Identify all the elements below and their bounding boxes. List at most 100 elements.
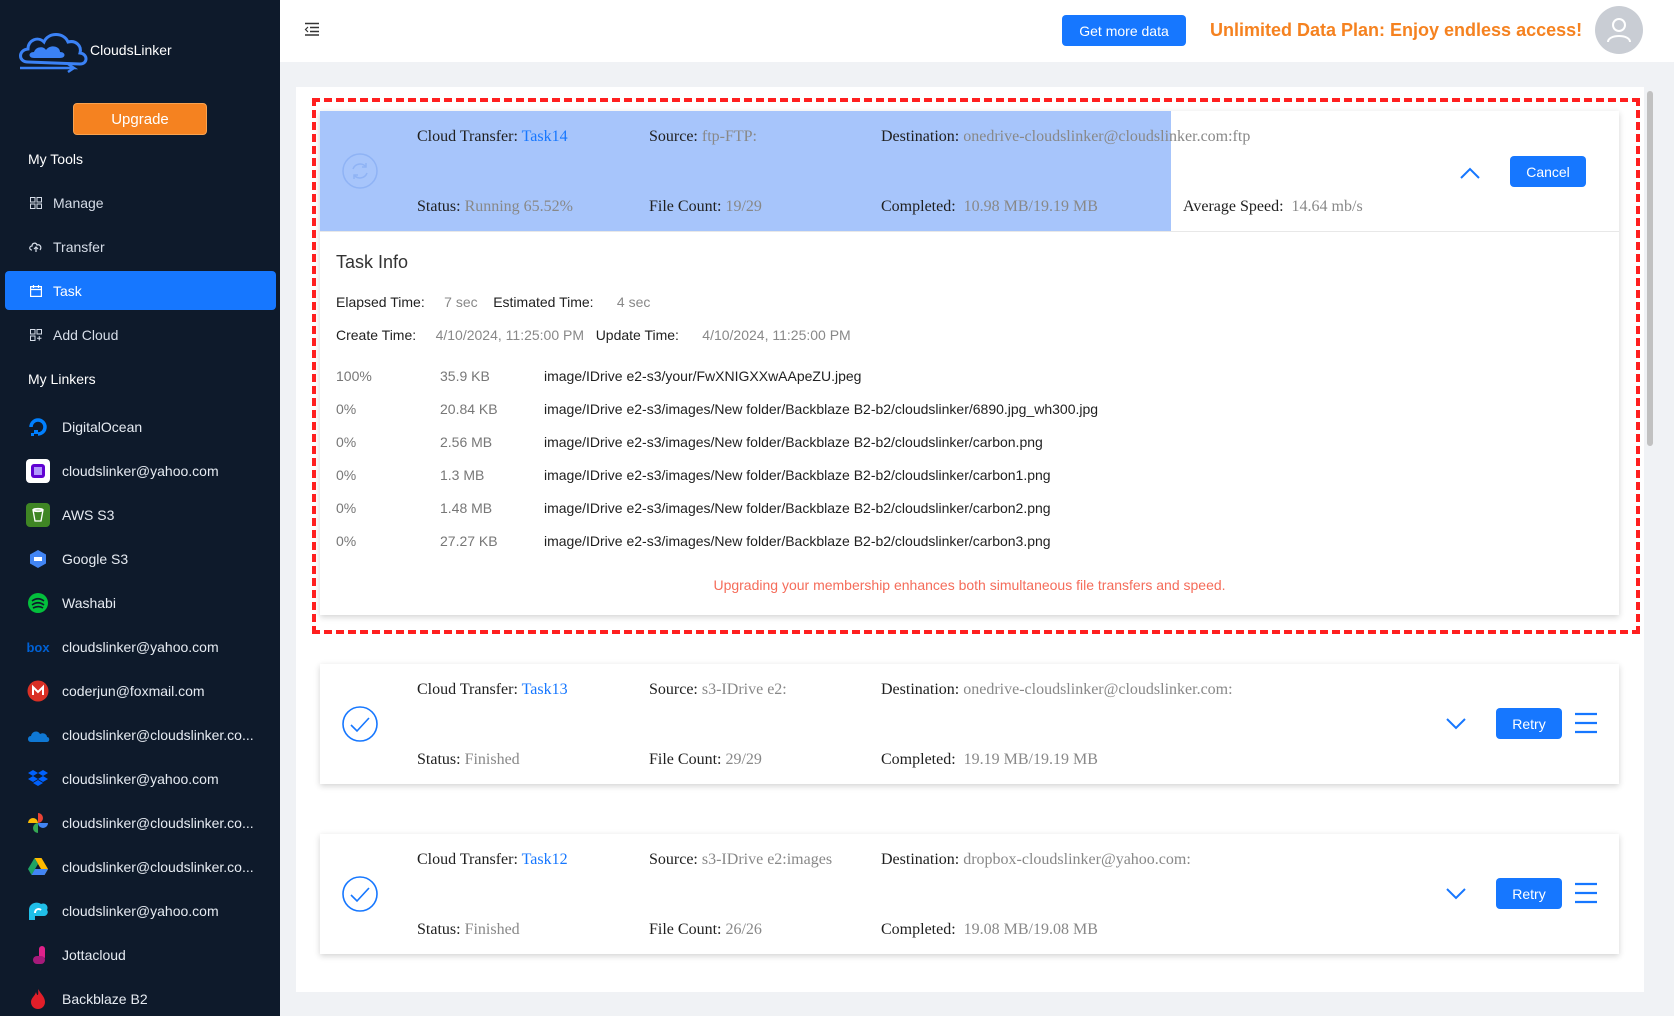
menu-fold-icon[interactable]	[304, 22, 320, 38]
chevron-down-icon[interactable]	[1445, 887, 1467, 901]
completed-label: Completed:	[881, 751, 956, 768]
task-name-link[interactable]: Task12	[522, 851, 568, 868]
avatar[interactable]	[1595, 6, 1643, 54]
file-count-value: 26/26	[725, 921, 762, 938]
cloud-upload-icon	[29, 240, 43, 254]
status-value: Finished	[464, 921, 520, 938]
linker-label: cloudslinker@cloudslinker.co...	[62, 727, 254, 743]
linker-digitalocean[interactable]: DigitalOcean	[26, 412, 276, 442]
linker-label: cloudslinker@cloudslinker.co...	[62, 815, 254, 831]
linker-wasabi[interactable]: Washabi	[26, 588, 276, 618]
task-card-task13: Cloud Transfer: Task13 Source: s3-IDrive…	[320, 664, 1619, 784]
sidebar-item-manage[interactable]: Manage	[5, 183, 276, 222]
linker-dropbox[interactable]: cloudslinker@yahoo.com	[26, 764, 276, 794]
task-source: Source: s3-IDrive e2:images	[649, 851, 832, 869]
task-name-link[interactable]: Task13	[522, 681, 568, 698]
scroll-thumb[interactable]	[1647, 91, 1653, 446]
highlight-frame	[312, 98, 1640, 634]
linker-label: cloudslinker@yahoo.com	[62, 903, 219, 919]
linker-backblaze[interactable]: Backblaze B2	[26, 984, 276, 1014]
linker-google-drive[interactable]: cloudslinker@cloudslinker.co...	[26, 852, 276, 882]
retry-button[interactable]: Retry	[1496, 708, 1562, 739]
status-label: Status:	[417, 751, 461, 768]
top-header: Get more data Unlimited Data Plan: Enjoy…	[280, 0, 1674, 62]
task-completed: Completed: 19.08 MB/19.08 MB	[881, 921, 1098, 939]
task-header[interactable]: Cloud Transfer: Task12 Source: s3-IDrive…	[320, 834, 1619, 954]
unlimited-plan-promo[interactable]: Unlimited Data Plan: Enjoy endless acces…	[1210, 20, 1582, 41]
linker-label: Jottacloud	[62, 947, 126, 963]
task-source: Source: s3-IDrive e2:	[649, 681, 787, 699]
destination-label: Destination:	[881, 681, 960, 698]
sidebar: CloudsLinker Upgrade My Tools Manage Tra…	[0, 0, 280, 1016]
sidebar-item-task[interactable]: Task	[5, 271, 276, 310]
task-status: Status: Finished	[417, 921, 520, 939]
status-value: Finished	[464, 751, 520, 768]
check-circle-icon	[342, 876, 378, 912]
linker-yahoo[interactable]: cloudslinker@yahoo.com	[26, 456, 276, 486]
completed-label: Completed:	[881, 921, 956, 938]
task-completed: Completed: 19.19 MB/19.19 MB	[881, 751, 1098, 769]
menu-icon[interactable]	[1574, 882, 1598, 904]
add-grid-icon	[29, 328, 43, 342]
google-cloud-icon	[26, 547, 50, 571]
linker-jottacloud[interactable]: Jottacloud	[26, 940, 276, 970]
chevron-down-icon[interactable]	[1445, 717, 1467, 731]
task-type-label: Cloud Transfer:	[417, 851, 518, 868]
linker-label: cloudslinker@yahoo.com	[62, 463, 219, 479]
backblaze-icon	[26, 987, 50, 1011]
sidebar-item-label: Transfer	[53, 238, 105, 255]
yahoo-icon	[26, 459, 50, 483]
source-value: s3-IDrive e2:images	[701, 851, 833, 868]
sidebar-item-label: Add Cloud	[53, 326, 119, 343]
retry-button[interactable]: Retry	[1496, 878, 1562, 909]
linker-google-s3[interactable]: Google S3	[26, 544, 276, 574]
linker-onedrive[interactable]: cloudslinker@cloudslinker.co...	[26, 720, 276, 750]
linker-label: cloudslinker@cloudslinker.co...	[62, 859, 254, 875]
dropbox-icon	[26, 767, 50, 791]
my-linkers-title: My Linkers	[28, 371, 96, 387]
linker-box[interactable]: box cloudslinker@yahoo.com	[26, 632, 276, 662]
linker-label: Backblaze B2	[62, 991, 148, 1007]
grid-icon	[29, 196, 43, 210]
completed-value: 19.19 MB/19.19 MB	[963, 751, 1098, 768]
app-name: CloudsLinker	[90, 42, 172, 58]
source-label: Source:	[649, 851, 698, 868]
file-count-label: File Count:	[649, 751, 722, 768]
linker-gmail[interactable]: coderjun@foxmail.com	[26, 676, 276, 706]
aws-s3-icon	[26, 503, 50, 527]
box-icon: box	[26, 639, 50, 655]
task-file-count: File Count: 29/29	[649, 751, 762, 769]
sidebar-item-transfer[interactable]: Transfer	[5, 227, 276, 266]
task-status: Status: Finished	[417, 751, 520, 769]
calendar-icon	[29, 284, 43, 298]
digitalocean-icon	[26, 415, 50, 439]
check-circle-icon	[342, 706, 378, 742]
task-header[interactable]: Cloud Transfer: Task13 Source: s3-IDrive…	[320, 664, 1619, 784]
app-logo[interactable]: CloudsLinker	[14, 20, 172, 80]
linker-google-photos[interactable]: cloudslinker@cloudslinker.co...	[26, 808, 276, 838]
sidebar-item-label: Manage	[53, 194, 104, 211]
onedrive-icon	[26, 723, 50, 747]
task-card-task12: Cloud Transfer: Task12 Source: s3-IDrive…	[320, 834, 1619, 954]
sidebar-item-add-cloud[interactable]: Add Cloud	[5, 315, 276, 354]
linker-label: Washabi	[62, 595, 116, 611]
linker-label: cloudslinker@yahoo.com	[62, 639, 219, 655]
source-label: Source:	[649, 681, 698, 698]
linker-label: coderjun@foxmail.com	[62, 683, 205, 699]
destination-label: Destination:	[881, 851, 960, 868]
upgrade-button[interactable]: Upgrade	[73, 103, 207, 135]
completed-value: 19.08 MB/19.08 MB	[963, 921, 1098, 938]
linker-label: cloudslinker@yahoo.com	[62, 771, 219, 787]
vertical-scrollbar[interactable]	[1645, 87, 1655, 992]
google-drive-icon	[26, 855, 50, 879]
task-type-label: Cloud Transfer:	[417, 681, 518, 698]
menu-icon[interactable]	[1574, 712, 1598, 734]
get-more-data-button[interactable]: Get more data	[1062, 15, 1186, 46]
destination-value: dropbox-cloudslinker@yahoo.com:	[963, 851, 1191, 868]
linker-pcloud[interactable]: cloudslinker@yahoo.com	[26, 896, 276, 926]
status-label: Status:	[417, 921, 461, 938]
linker-aws-s3[interactable]: AWS S3	[26, 500, 276, 530]
linker-label: DigitalOcean	[62, 419, 143, 435]
task-destination: Destination: dropbox-cloudslinker@yahoo.…	[881, 851, 1191, 869]
task-title: Cloud Transfer: Task13	[417, 681, 568, 699]
